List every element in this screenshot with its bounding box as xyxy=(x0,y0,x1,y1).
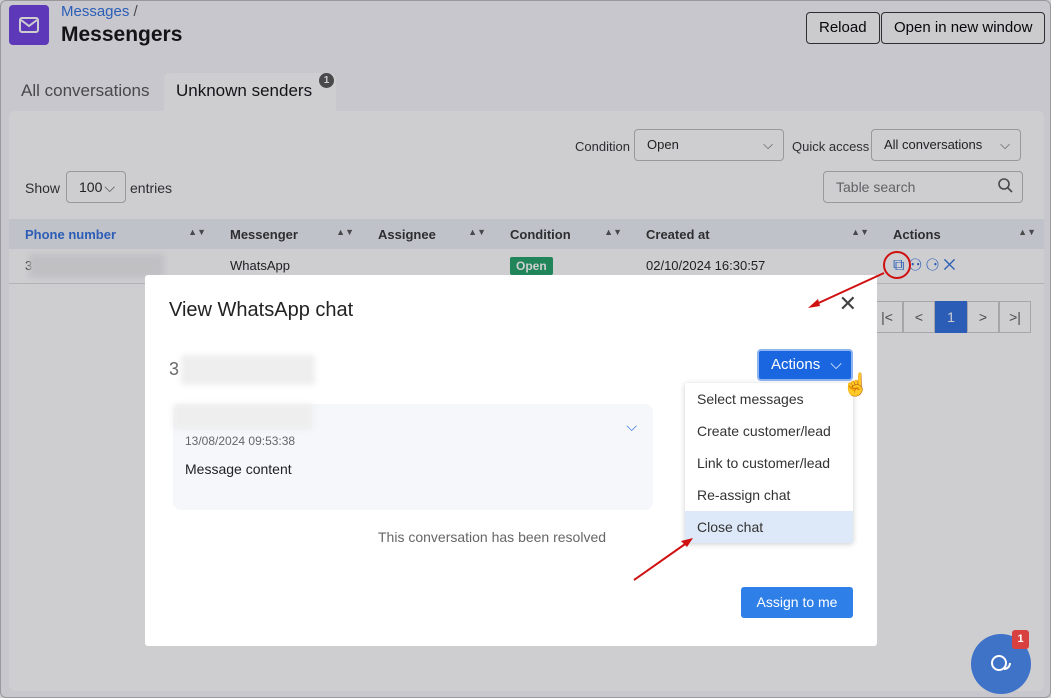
annotation-arrow xyxy=(633,541,689,581)
annotation-circle xyxy=(883,251,911,279)
hand-cursor-icon: ☝ xyxy=(842,371,869,398)
annotation-arrow xyxy=(811,272,885,307)
annotation-layer: ☝ xyxy=(633,251,911,581)
